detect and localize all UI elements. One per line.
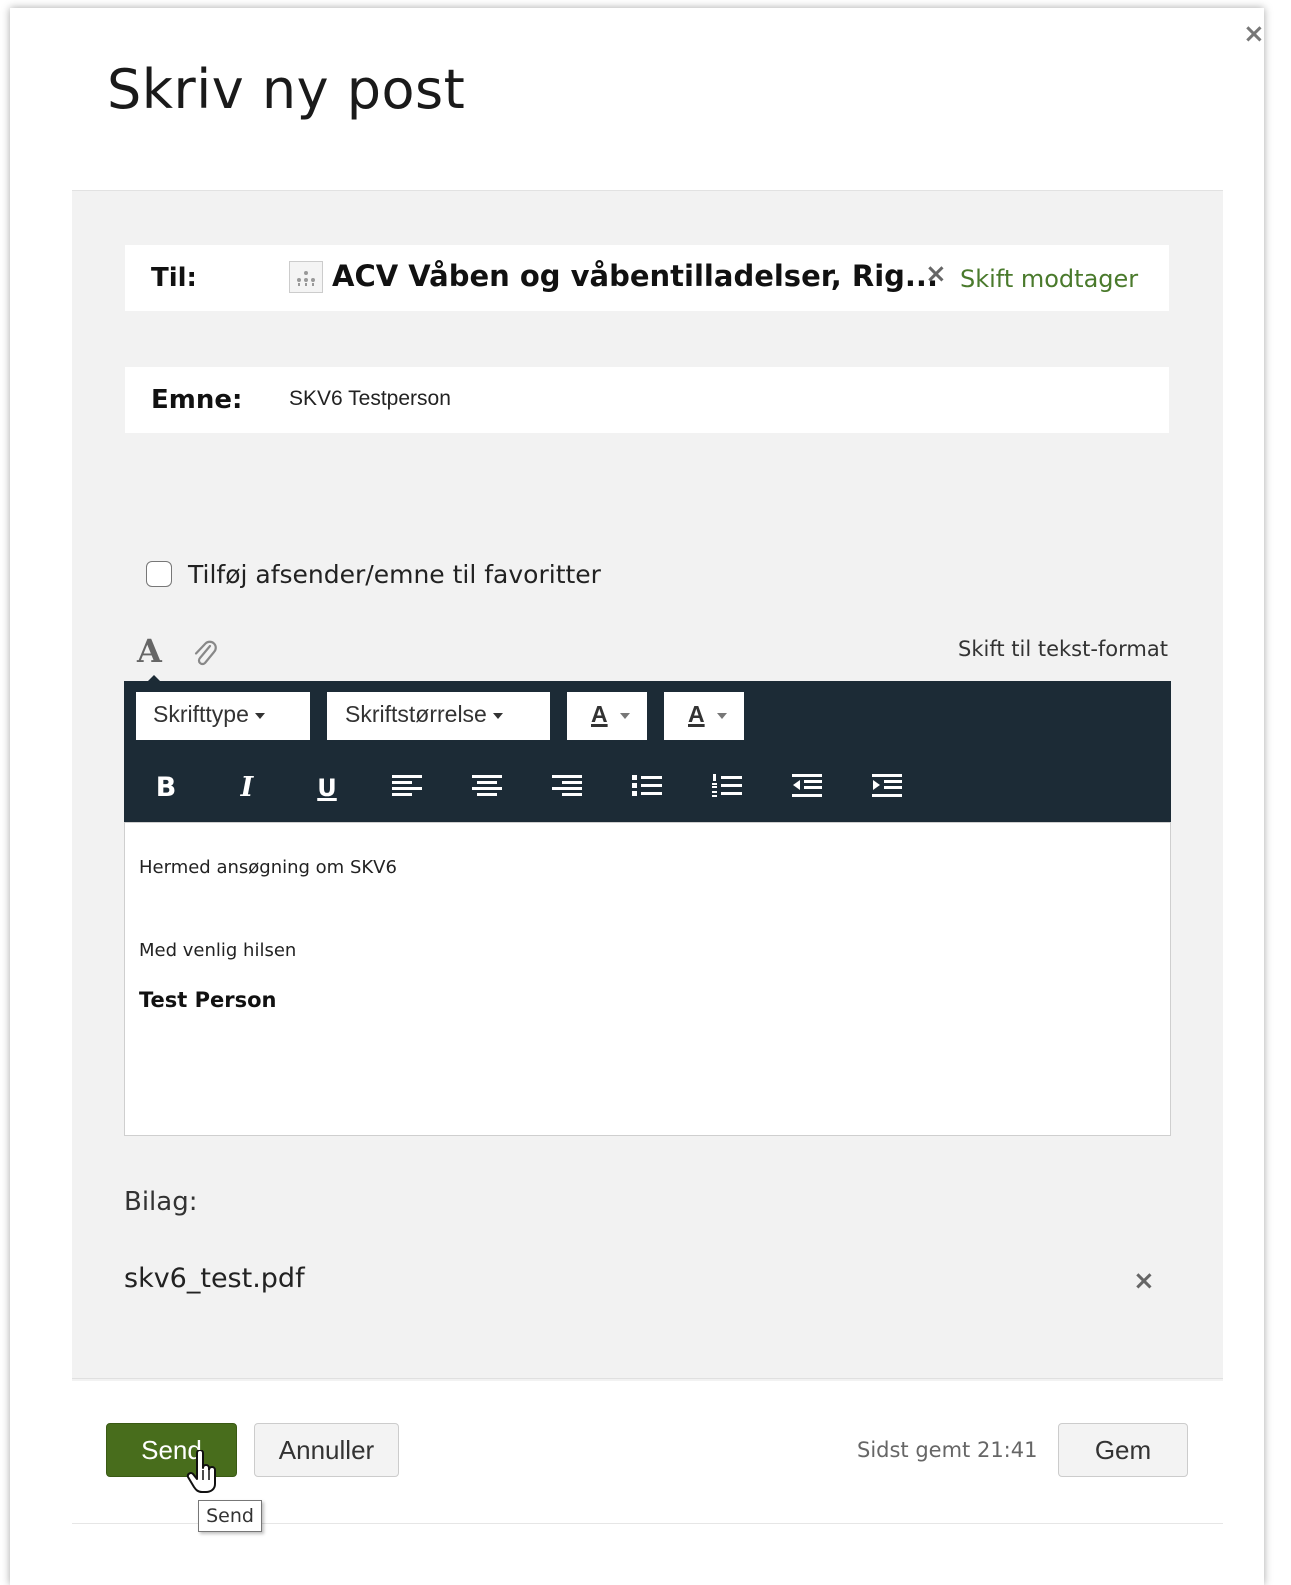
chevron-down-icon bbox=[254, 712, 265, 719]
align-right-button[interactable] bbox=[547, 773, 587, 805]
text-color-icon: A bbox=[591, 701, 608, 727]
footer-divider bbox=[72, 1378, 1223, 1379]
chevron-down-icon bbox=[492, 712, 503, 719]
font-family-dropdown[interactable]: Skrifttype bbox=[136, 692, 310, 740]
message-body-editor[interactable]: Hermed ansøgning om SKV6 Med venlig hils… bbox=[124, 822, 1171, 1136]
last-saved-status: Sidst gemt 21:41 bbox=[857, 1438, 1038, 1462]
send-tooltip: Send bbox=[198, 1500, 262, 1532]
background-color-icon: A bbox=[688, 701, 705, 727]
cancel-button[interactable]: Annuller bbox=[254, 1423, 399, 1477]
recipient-name: ACV Våben og våbentilladelser, Rig... bbox=[332, 259, 938, 293]
body-text-line: Med venlig hilsen bbox=[139, 940, 297, 961]
align-left-button[interactable] bbox=[387, 773, 427, 805]
attachments-heading: Bilag: bbox=[124, 1187, 198, 1217]
bullet-list-button[interactable] bbox=[627, 773, 667, 805]
to-label: Til: bbox=[151, 263, 197, 293]
remove-recipient-icon[interactable]: × bbox=[925, 259, 947, 289]
chevron-down-icon bbox=[716, 712, 727, 719]
italic-button[interactable]: I bbox=[227, 773, 267, 805]
switch-to-text-link[interactable]: Skift til tekst-format bbox=[958, 637, 1168, 661]
dialog-title: Skriv ny post bbox=[107, 58, 466, 121]
subject-field[interactable]: Emne: SKV6 Testperson bbox=[125, 367, 1169, 433]
chevron-down-icon bbox=[619, 712, 630, 719]
attachment-filename: skv6_test.pdf bbox=[124, 1263, 305, 1294]
text-color-dropdown[interactable]: A bbox=[567, 692, 647, 740]
recipient-field: Til: ACV Våben og våbentilladelser, Rig.… bbox=[125, 245, 1169, 311]
numbered-list-button[interactable] bbox=[707, 773, 747, 805]
align-left-icon bbox=[392, 775, 422, 796]
change-recipient-link[interactable]: Skift modtager bbox=[960, 265, 1138, 293]
remove-attachment-icon[interactable]: × bbox=[1133, 1266, 1155, 1296]
background-color-dropdown[interactable]: A bbox=[664, 692, 744, 740]
align-right-icon bbox=[552, 775, 582, 796]
outdent-icon bbox=[792, 774, 822, 797]
favorites-checkbox[interactable] bbox=[146, 561, 172, 587]
font-family-label: Skrifttype bbox=[153, 701, 249, 727]
align-center-icon bbox=[472, 775, 502, 796]
body-text-line: Hermed ansøgning om SKV6 bbox=[139, 857, 397, 878]
bullet-list-icon bbox=[632, 775, 662, 796]
favorites-label[interactable]: Tilføj afsender/emne til favoritter bbox=[188, 560, 601, 589]
font-size-label: Skriftstørrelse bbox=[345, 701, 487, 727]
bold-button[interactable]: B bbox=[146, 773, 186, 805]
indent-button[interactable] bbox=[867, 773, 907, 805]
subject-label: Emne: bbox=[151, 385, 243, 415]
outdent-button[interactable] bbox=[787, 773, 827, 805]
save-button[interactable]: Gem bbox=[1058, 1423, 1188, 1477]
org-chart-icon bbox=[289, 261, 323, 293]
font-format-icon[interactable]: A bbox=[137, 632, 162, 670]
editor-toolbar: Skrifttype Skriftstørrelse A A B I U bbox=[124, 681, 1171, 822]
numbered-list-icon bbox=[712, 774, 742, 797]
font-size-dropdown[interactable]: Skriftstørrelse bbox=[327, 692, 550, 740]
close-dialog-button[interactable]: × bbox=[1243, 20, 1265, 48]
align-center-button[interactable] bbox=[467, 773, 507, 805]
hand-pointer-icon bbox=[186, 1449, 220, 1498]
indent-icon bbox=[872, 774, 902, 797]
underline-button[interactable]: U bbox=[307, 773, 347, 805]
paperclip-icon[interactable] bbox=[192, 638, 218, 672]
signature-name: Test Person bbox=[139, 988, 277, 1012]
subject-value[interactable]: SKV6 Testperson bbox=[289, 387, 451, 411]
